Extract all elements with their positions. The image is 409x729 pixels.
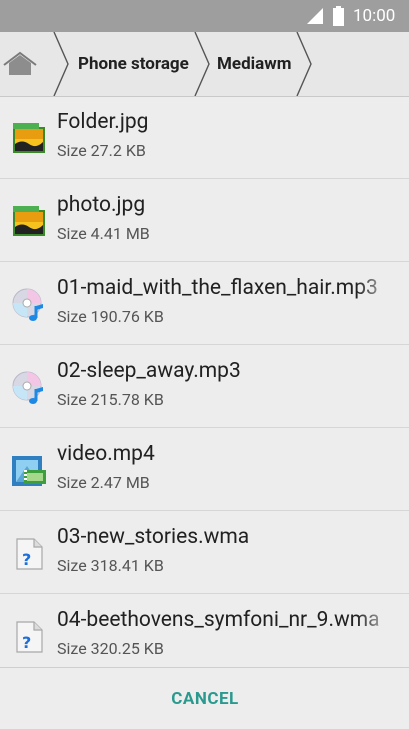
file-name: 02-sleep_away.mp3: [57, 359, 241, 383]
file-size: Size 215.78 KB: [57, 390, 164, 409]
video-file-icon: [10, 452, 48, 490]
file-size: Size 4.41 MB: [57, 224, 150, 243]
file-item-video-mp4[interactable]: video.mp4 Size 2.47 MB: [0, 428, 409, 511]
battery-icon: [333, 6, 344, 26]
audio-file-icon: [10, 286, 48, 324]
file-name: video.mp4: [57, 442, 155, 466]
unknown-file-icon: [10, 535, 48, 573]
file-size: Size 27.2 KB: [57, 141, 146, 160]
unknown-file-icon: [10, 618, 48, 656]
signal-icon: [307, 8, 323, 24]
file-item-photo-jpg[interactable]: photo.jpg Size 4.41 MB: [0, 179, 409, 262]
breadcrumb-item-mediawm[interactable]: Mediawm: [217, 32, 291, 96]
dialog-footer: CANCEL: [0, 667, 409, 729]
file-size: Size 2.47 MB: [57, 473, 150, 492]
file-name: photo.jpg: [57, 193, 146, 217]
file-size: Size 318.41 KB: [57, 556, 164, 575]
cancel-button[interactable]: CANCEL: [150, 682, 260, 716]
status-time: 10:00: [353, 6, 396, 26]
breadcrumb-separator: [53, 32, 69, 96]
breadcrumb-separator: [194, 32, 210, 96]
file-item-sleep-away-mp3[interactable]: 02-sleep_away.mp3 Size 215.78 KB: [0, 345, 409, 428]
image-file-icon: [10, 203, 48, 241]
file-item-folder-jpg[interactable]: Folder.jpg Size 27.2 KB: [0, 96, 409, 179]
file-item-maid-mp3[interactable]: 01-maid_with_the_flaxen_hair.mp3 Size 19…: [0, 262, 409, 345]
file-size: Size 320.25 KB: [57, 639, 164, 658]
file-item-new-stories-wma[interactable]: 03-new_stories.wma Size 318.41 KB: [0, 511, 409, 594]
file-name: Folder.jpg: [57, 110, 149, 134]
home-icon: [3, 51, 37, 75]
file-list: Folder.jpg Size 27.2 KB photo.jpg Size 4…: [0, 96, 409, 667]
file-size: Size 190.76 KB: [57, 307, 164, 326]
file-name: 03-new_stories.wma: [57, 525, 250, 549]
image-file-icon: [10, 120, 48, 158]
breadcrumb: Phone storage Mediawm: [0, 32, 409, 97]
status-bar: 10:00: [0, 0, 409, 32]
breadcrumb-separator: [296, 32, 312, 96]
file-item-beethovens-wma[interactable]: 04-beethovens_symfoni_nr_9.wma Size 320.…: [0, 594, 409, 667]
file-name: 01-maid_with_the_flaxen_hair.mp3: [57, 276, 378, 300]
audio-file-icon: [10, 369, 48, 407]
breadcrumb-item-phone-storage[interactable]: Phone storage: [78, 32, 189, 96]
file-name: 04-beethovens_symfoni_nr_9.wma: [57, 608, 380, 632]
